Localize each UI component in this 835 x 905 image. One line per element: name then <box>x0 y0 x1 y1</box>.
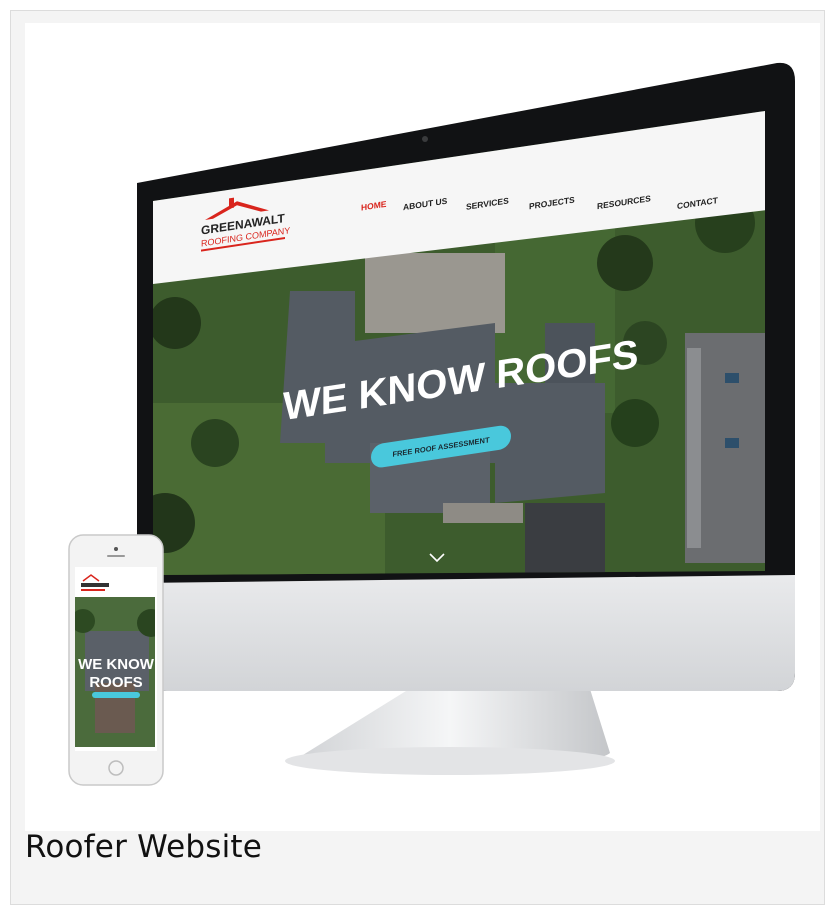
devices-mockup: GREENAWALT ROOFING COMPANY HOME ABOUT US… <box>68 62 795 786</box>
phone-hero-line2: ROOFS <box>89 674 142 691</box>
iphone-mockup: WE KNOW ROOFS <box>68 534 164 786</box>
mockup-image: GREENAWALT ROOFING COMPANY HOME ABOUT US… <box>25 23 820 831</box>
phone-cta-button <box>92 692 140 698</box>
card-caption[interactable]: Roofer Website <box>25 829 262 865</box>
phone-hero-line1: WE KNOW <box>78 656 155 673</box>
portfolio-card[interactable]: GREENAWALT ROOFING COMPANY HOME ABOUT US… <box>10 10 825 905</box>
